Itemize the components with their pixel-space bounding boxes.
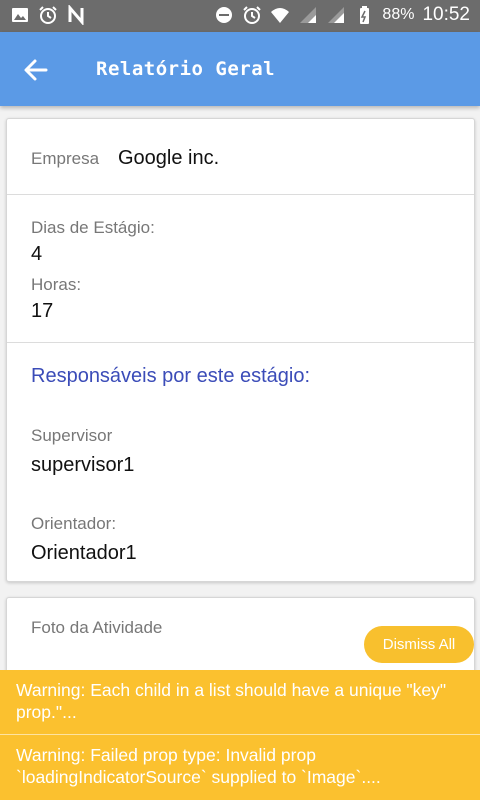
orientador-value: Orientador1 [31, 542, 137, 564]
foto-label: Foto da Atividade [31, 618, 163, 637]
dias-value: 4 [31, 243, 43, 265]
empresa-label: Empresa [31, 149, 100, 168]
clock: 10:52 [422, 4, 470, 25]
dismiss-all-button[interactable]: Dismiss All [364, 626, 474, 663]
n-icon [68, 5, 84, 25]
page-title: Relatório Geral [96, 58, 276, 80]
status-bar-left [10, 5, 86, 25]
wifi-icon [271, 8, 290, 23]
signal-icon [300, 7, 317, 23]
dnd-icon [216, 7, 233, 23]
image-icon [12, 8, 28, 22]
app-bar: Relatório Geral [0, 32, 480, 106]
horas-value: 17 [31, 300, 54, 322]
responsaveis-title: Responsáveis por este estágio: [31, 365, 311, 387]
warning-banner[interactable]: Warning: Failed prop type: Invalid prop … [0, 734, 480, 800]
orientador-label: Orientador: [31, 514, 117, 533]
divider [7, 342, 474, 343]
divider [7, 194, 474, 195]
alarm-icon [243, 6, 262, 24]
status-bar-right: 88% 10:52 [214, 4, 470, 26]
alarm-icon [39, 6, 57, 24]
info-card: Empresa Google inc. Dias de Estágio: 4 H… [6, 118, 475, 582]
status-bar: 88% 10:52 [0, 0, 480, 32]
arrow-left-icon[interactable] [20, 54, 52, 86]
warning-banner[interactable]: Warning: Each child in a list should hav… [0, 670, 480, 734]
supervisor-value: supervisor1 [31, 454, 135, 476]
horas-label: Horas: [31, 275, 82, 294]
supervisor-label: Supervisor [31, 426, 113, 445]
battery-icon [360, 6, 370, 24]
signal-icon [328, 7, 345, 23]
battery-percent: 88% [382, 6, 415, 23]
dias-label: Dias de Estágio: [31, 218, 155, 237]
empresa-value: Google inc. [118, 147, 220, 169]
